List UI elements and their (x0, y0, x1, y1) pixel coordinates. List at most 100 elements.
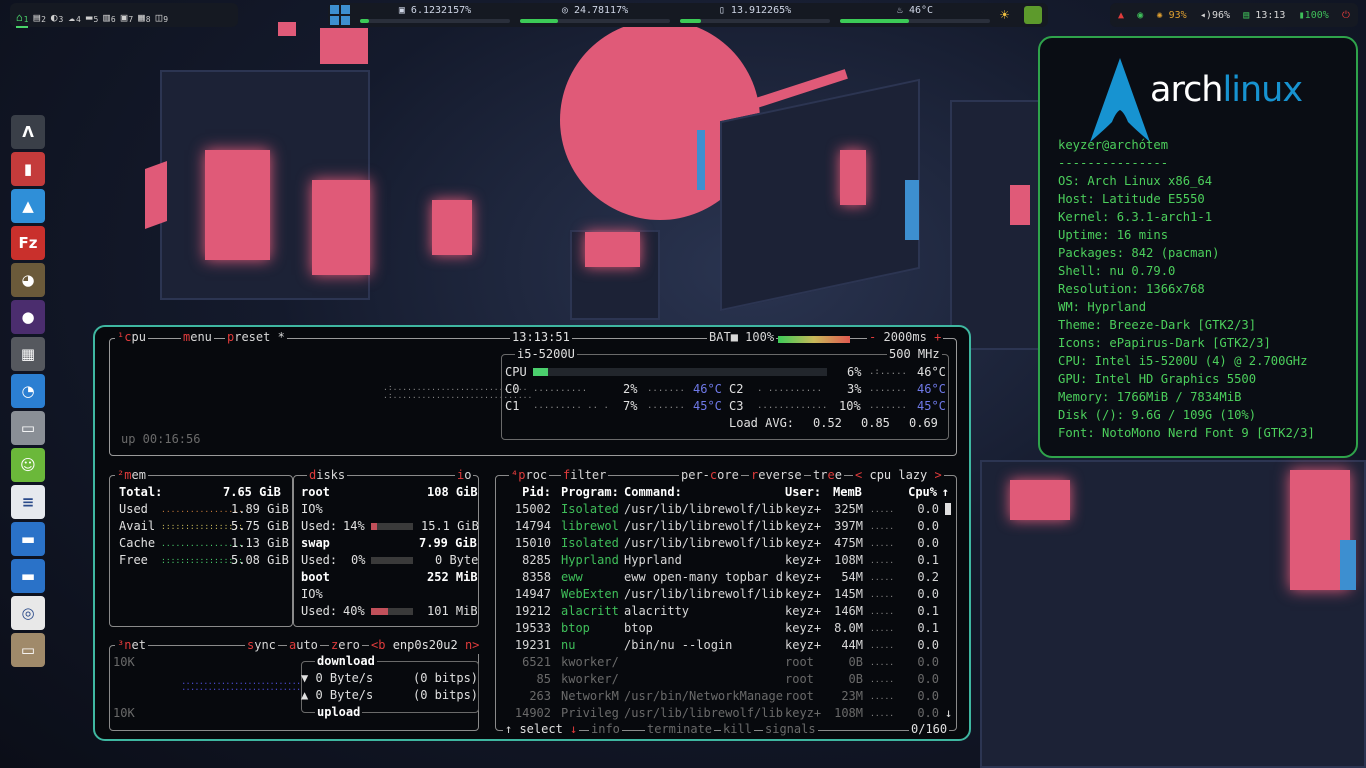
table-row[interactable]: 14794 librewol/usr/lib/librewolf/lib keyz+… (495, 518, 957, 535)
zero-toggle[interactable]: zero (329, 637, 362, 654)
mem-cell: 44M (841, 638, 863, 652)
interface-selector[interactable]: <b enp0s20u2 n> (369, 637, 482, 654)
program-column-header[interactable]: Program: (561, 484, 619, 501)
window-app-1-icon[interactable]: ▬ (11, 522, 45, 556)
cpu-usage-indicator: ▣ 6.1232157% (360, 5, 510, 25)
info-button[interactable]: info (589, 721, 622, 738)
reverse-toggle[interactable]: reverse (749, 467, 804, 484)
command-cell: /usr/bin/NetworkManage (624, 689, 783, 703)
workspace-4[interactable]: ☁ 4 (68, 6, 80, 24)
mem-cell: 325M (834, 502, 863, 516)
core-label: C1 (505, 399, 520, 413)
librewolf-icon[interactable]: ◔ (11, 374, 45, 408)
eye-icon[interactable]: ◉ (1137, 10, 1143, 21)
cpu-column-header[interactable]: Cpu% (908, 484, 937, 501)
filter-button[interactable]: filter (561, 467, 609, 484)
filezilla-icon[interactable]: Fz (11, 226, 45, 260)
mem-column-header[interactable]: MemB (833, 484, 862, 501)
mem-box-title[interactable]: ²mem (115, 467, 148, 484)
window-app-2-icon[interactable]: ▬ (11, 559, 45, 593)
triangle-app-icon[interactable]: ▲ (11, 189, 45, 223)
pid-cell: 19212 (514, 604, 551, 618)
disk-root-size: 108 GiB (427, 485, 478, 499)
tv-app-icon[interactable]: ▭ (11, 633, 45, 667)
cpu-cell: 0.0 (917, 638, 939, 652)
warning-icon[interactable]: ▲ (1118, 10, 1124, 21)
table-row[interactable]: 14902 Privileg/usr/lib/librewolf/lib keyz+… (495, 705, 957, 722)
workspace-1[interactable]: ⌂ 1 (16, 6, 29, 28)
user-cell: keyz+ (785, 536, 822, 550)
proc-box-title[interactable]: ⁴proc (509, 467, 550, 484)
text-editor-icon[interactable]: ≡ (11, 485, 45, 519)
clock[interactable]: 13:13 (1255, 10, 1285, 21)
tree-toggle[interactable]: tree (811, 467, 844, 484)
table-row[interactable]: 8358 eww eww open-many topbar d keyz+ 54M...… (495, 569, 957, 586)
neofetch-terminal[interactable]: archlinux keyzer@archótem ---------------… (1038, 36, 1358, 458)
program-cell: alacritt (561, 604, 619, 618)
scroll-up-icon[interactable]: ↑ (942, 484, 949, 501)
volume-value[interactable]: 96% (1212, 10, 1230, 21)
auto-toggle[interactable]: auto (287, 637, 320, 654)
workspace-3[interactable]: ◐ 3 (51, 6, 63, 24)
user-cell: keyz+ (785, 604, 822, 618)
menu-button[interactable]: menu (181, 329, 214, 346)
table-row[interactable]: 6521 kworker/root 0B..... 0.0 (495, 654, 957, 671)
table-row[interactable]: 85 kworker/root 0B..... 0.0 (495, 671, 957, 688)
core-label: C2 (729, 382, 744, 396)
scrollbar-thumb[interactable] (945, 503, 951, 515)
terminate-button[interactable]: terminate (645, 721, 715, 738)
alacritty-icon[interactable]: Λ (11, 115, 45, 149)
io-toggle[interactable]: io (455, 467, 474, 484)
sync-toggle[interactable]: sync (245, 637, 278, 654)
wallpaper-shape (905, 180, 919, 240)
table-row[interactable]: 263 NetworkM/usr/bin/NetworkManage root 23M… (495, 688, 957, 705)
pid-column-header[interactable]: Pid: (522, 484, 551, 501)
workspace-5[interactable]: ▬ 5 (86, 6, 98, 24)
settings-app-icon[interactable]: ◎ (11, 596, 45, 630)
pid-cell: 8285 (522, 553, 551, 567)
kill-button[interactable]: kill (721, 721, 754, 738)
preset-button[interactable]: preset * (225, 329, 287, 346)
table-row[interactable]: 14947 WebExten/usr/lib/librewolf/lib keyz+… (495, 586, 957, 603)
net-box-title[interactable]: ³net (115, 637, 148, 654)
select-control[interactable]: ↑ select ↓ (503, 721, 580, 738)
workspace-8[interactable]: ▦ 8 (138, 6, 150, 24)
interval-decrease-button[interactable]: - (869, 330, 876, 344)
user-column-header[interactable]: User: (785, 484, 821, 501)
workspace-6[interactable]: ▥ 6 (103, 6, 115, 24)
table-row[interactable]: 19533 btop btop keyz+ 8.0M..... 0.1 (495, 620, 957, 637)
table-row[interactable]: 19212 alacritt alacritty keyz+ 146M..... 0.1 (495, 603, 957, 620)
workspace-2[interactable]: ▤ 2 (33, 6, 45, 24)
table-row[interactable]: 8285 Hyprland Hyprland keyz+ 108M..... 0.1 (495, 552, 957, 569)
scroll-down-icon[interactable]: ↓ (945, 705, 952, 722)
purple-app-icon[interactable]: ● (11, 300, 45, 334)
table-row[interactable]: 15010 Isolated/usr/lib/librewolf/lib keyz+… (495, 535, 957, 552)
system-info-line: OS: Arch Linux x86_64 (1058, 174, 1213, 188)
btop-terminal[interactable]: ¹cpu menu preset * 13:13:51 BAT■ 100% - … (93, 325, 971, 741)
apps-grid-icon[interactable] (330, 5, 350, 25)
sort-selector[interactable]: < cpu lazy > (853, 467, 944, 484)
weather-icon[interactable]: ☀ (1000, 6, 1009, 24)
cpu-graph-cell: ..... (870, 590, 895, 599)
network-app-icon[interactable]: ▭ (11, 411, 45, 445)
load-average-15: 0.69 (909, 416, 938, 430)
command-column-header[interactable]: Command: (624, 484, 682, 501)
grid-app-icon[interactable]: ▦ (11, 337, 45, 371)
table-row[interactable]: 15002 Isolated/usr/lib/librewolf/lib keyz+… (495, 501, 957, 518)
user-app-icon[interactable]: ☺ (11, 448, 45, 482)
gimp-icon[interactable]: ◕ (11, 263, 45, 297)
disks-box-title[interactable]: disks (307, 467, 348, 484)
interval-increase-button[interactable]: + (934, 330, 941, 344)
workspace-9[interactable]: ◫ 9 (156, 6, 168, 24)
brightness-value[interactable]: 93% (1169, 10, 1187, 21)
disk-swap-bar (371, 557, 413, 564)
workspace-7[interactable]: ▣ 7 (121, 6, 133, 24)
red-app-icon[interactable]: ▮ (11, 152, 45, 186)
update-interval[interactable]: - 2000ms + (867, 329, 944, 346)
power-icon[interactable]: ⏻ (1342, 10, 1350, 21)
table-row[interactable]: 19231 nu/bin/nu --login keyz+ 44M..... 0.0 (495, 637, 957, 654)
cpu-total-label: CPU (505, 365, 527, 379)
per-core-toggle[interactable]: per-core (679, 467, 741, 484)
chip-icon[interactable] (1024, 6, 1042, 24)
signals-button[interactable]: signals (763, 721, 818, 738)
